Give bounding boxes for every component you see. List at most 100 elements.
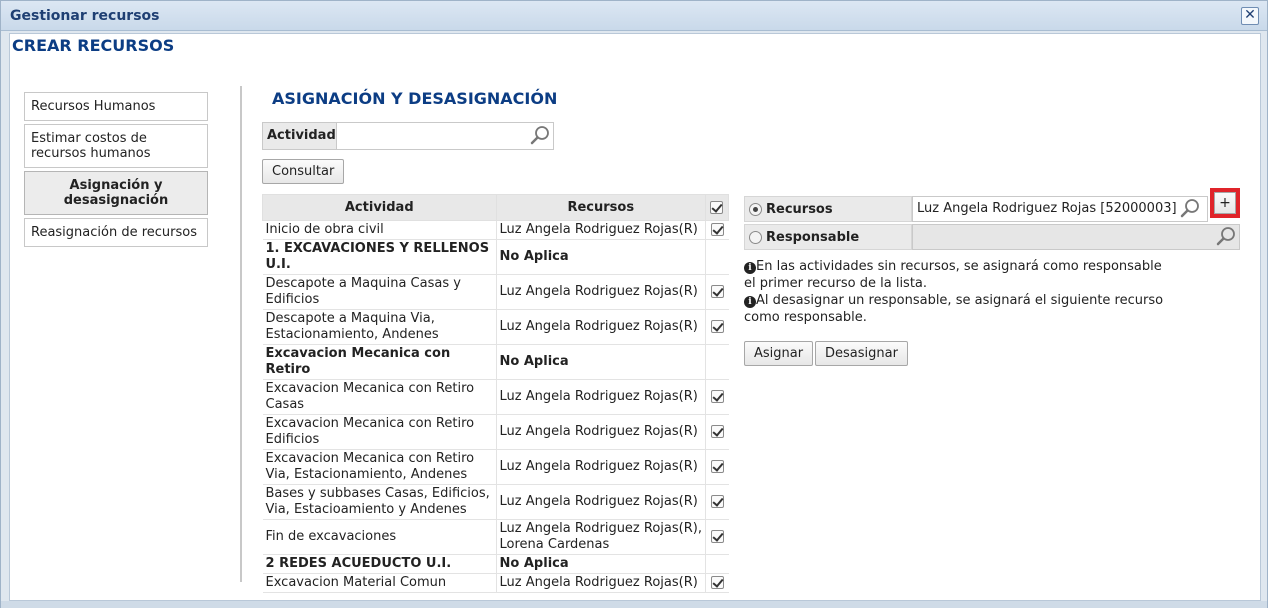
row-checkbox[interactable] xyxy=(710,425,724,438)
sidebar-item-asignacion[interactable]: Asignación y desasignación xyxy=(24,171,208,215)
select-cell xyxy=(704,220,729,240)
desasignar-button[interactable]: Desasignar xyxy=(815,341,908,366)
activities-table: Actividad Recursos Inicio de obra civil L… xyxy=(262,194,730,593)
row-checkbox[interactable] xyxy=(710,390,724,403)
resources-cell: Luz Angela Rodriguez Rojas(R) xyxy=(495,484,706,520)
select-cell xyxy=(704,573,729,593)
resources-cell: Luz Angela Rodriguez Rojas(R) xyxy=(495,414,706,450)
table-row[interactable]: Descapote a Maquina Casas y Edificios Luz… xyxy=(262,274,729,310)
resources-cell: No Aplica xyxy=(495,344,706,380)
info-note-1-text: En las actividades sin recursos, se asig… xyxy=(744,259,1162,291)
responsable-radio[interactable] xyxy=(749,230,762,244)
sidebar: Recursos Humanos Estimar costos de recur… xyxy=(24,92,208,250)
resources-cell: Luz Angela Rodriguez Rojas(R) xyxy=(495,274,706,310)
close-icon[interactable]: ✕ xyxy=(1241,7,1259,25)
resources-cell: No Aplica xyxy=(495,239,706,275)
table-row[interactable]: Descapote a Maquina Via, Estacionamiento… xyxy=(262,309,729,345)
resources-cell: Luz Angela Rodriguez Rojas(R) xyxy=(495,449,706,485)
info-icon: i xyxy=(744,296,756,308)
search-icon[interactable] xyxy=(1179,198,1201,220)
resources-cell: Luz Angela Rodriguez Rojas(R) xyxy=(495,309,706,345)
select-cell xyxy=(704,449,729,485)
recursos-radio[interactable] xyxy=(749,202,762,216)
select-all-header[interactable] xyxy=(704,194,730,221)
recursos-option[interactable]: Recursos xyxy=(744,196,912,222)
select-cell xyxy=(704,379,729,415)
recursos-value: Luz Angela Rodriguez Rojas [52000003] xyxy=(917,201,1177,216)
bottom-bar xyxy=(1,601,1267,608)
row-checkbox[interactable] xyxy=(710,530,724,543)
row-checkbox[interactable] xyxy=(710,320,724,333)
asignar-button[interactable]: Asignar xyxy=(744,341,814,366)
select-cell xyxy=(704,414,729,450)
activity-cell: Excavacion Mecanica con Retiro Casas xyxy=(262,379,497,415)
search-icon[interactable] xyxy=(529,125,551,147)
recursos-row: Recursos Luz Angela Rodriguez Rojas [520… xyxy=(744,196,1208,222)
activity-cell: Inicio de obra civil xyxy=(262,220,497,240)
info-note-2-text: Al desasignar un responsable, se asignar… xyxy=(744,293,1164,325)
select-cell xyxy=(704,309,729,345)
add-resource-button[interactable]: + xyxy=(1210,188,1240,218)
row-checkbox[interactable] xyxy=(710,285,724,298)
consultar-button[interactable]: Consultar xyxy=(262,159,345,184)
select-cell xyxy=(704,274,729,310)
table-row[interactable]: Excavacion Mecanica con Retiro Casas Luz … xyxy=(262,379,729,415)
window-title: Gestionar recursos xyxy=(10,8,160,24)
resources-cell: Luz Angela Rodriguez Rojas(R), Lorena Ca… xyxy=(495,519,706,555)
activity-filter-label: Actividad xyxy=(263,123,337,149)
table-row[interactable]: Fin de excavaciones Luz Angela Rodriguez … xyxy=(262,519,729,555)
row-checkbox[interactable] xyxy=(710,460,724,473)
responsable-option[interactable]: Responsable xyxy=(744,224,912,250)
select-cell xyxy=(704,344,729,380)
row-checkbox[interactable] xyxy=(710,576,724,589)
activity-filter-field xyxy=(337,123,553,149)
row-checkbox[interactable] xyxy=(710,495,724,508)
resources-cell: Luz Angela Rodriguez Rojas(R) xyxy=(495,379,706,415)
plus-icon: + xyxy=(1214,192,1236,214)
table-row[interactable]: Bases y subbases Casas, Edificios, Via, … xyxy=(262,484,729,520)
select-cell xyxy=(704,554,729,574)
activity-cell: Excavacion Mecanica con Retiro Edificios xyxy=(262,414,497,450)
column-header-recursos[interactable]: Recursos xyxy=(495,194,706,221)
select-cell xyxy=(704,519,729,555)
activity-cell: Excavacion Mecanica con Retiro Via, Esta… xyxy=(262,449,497,485)
activity-filter: Actividad xyxy=(262,122,554,150)
table-body: Inicio de obra civil Luz Angela Rodriguez… xyxy=(262,220,729,593)
activity-cell: Descapote a Maquina Casas y Edificios xyxy=(262,274,497,310)
vertical-divider xyxy=(240,86,242,582)
table-row[interactable]: Excavacion Mecanica con Retiro Edificios… xyxy=(262,414,729,450)
table-row[interactable]: 1. EXCAVACIONES Y RELLENOS U.I. No Aplica xyxy=(262,239,729,275)
info-icon: i xyxy=(744,262,756,274)
activity-cell: Descapote a Maquina Via, Estacionamiento… xyxy=(262,309,497,345)
recursos-field[interactable]: Luz Angela Rodriguez Rojas [52000003] xyxy=(912,196,1208,222)
activity-cell: Excavacion Material Comun xyxy=(262,573,497,593)
activity-cell: 2 REDES ACUEDUCTO U.I. xyxy=(262,554,497,574)
table-row[interactable]: Excavacion Mecanica con Retiro Via, Esta… xyxy=(262,449,729,485)
activity-cell: Excavacion Mecanica con Retiro xyxy=(262,344,497,380)
section-title: ASIGNACIÓN Y DESASIGNACIÓN xyxy=(272,89,558,108)
resources-cell: No Aplica xyxy=(495,554,706,574)
info-note-1: i En las actividades sin recursos, se asi… xyxy=(744,258,1174,292)
sidebar-item-estimar-costos[interactable]: Estimar costos de recursos humanos xyxy=(24,124,208,168)
activity-search-input[interactable] xyxy=(337,123,527,149)
activity-cell: Fin de excavaciones xyxy=(262,519,497,555)
table-row[interactable]: Excavacion Material Comun Luz Angela Rodr… xyxy=(262,573,729,593)
recursos-label: Recursos xyxy=(766,201,833,217)
column-header-actividad[interactable]: Actividad xyxy=(262,194,497,221)
responsable-field[interactable] xyxy=(912,224,1240,250)
row-checkbox[interactable] xyxy=(710,223,724,236)
search-icon[interactable] xyxy=(1215,226,1237,248)
responsable-label: Responsable xyxy=(766,229,860,245)
resources-cell: Luz Angela Rodriguez Rojas(R) xyxy=(495,220,706,240)
select-all-checkbox[interactable] xyxy=(710,201,724,214)
activity-cell: 1. EXCAVACIONES Y RELLENOS U.I. xyxy=(262,239,497,275)
table-row[interactable]: Inicio de obra civil Luz Angela Rodriguez… xyxy=(262,220,729,240)
table-row[interactable]: 2 REDES ACUEDUCTO U.I. No Aplica xyxy=(262,554,729,574)
table-row[interactable]: Excavacion Mecanica con Retiro No Aplica xyxy=(262,344,729,380)
dialog-content: CREAR RECURSOS Recursos Humanos Estimar … xyxy=(9,33,1261,601)
sidebar-item-reasignacion[interactable]: Reasignación de recursos xyxy=(24,218,208,247)
info-note-2: i Al desasignar un responsable, se asigna… xyxy=(744,292,1174,326)
select-cell xyxy=(704,239,729,275)
sidebar-item-recursos-humanos[interactable]: Recursos Humanos xyxy=(24,92,208,121)
select-cell xyxy=(704,484,729,520)
